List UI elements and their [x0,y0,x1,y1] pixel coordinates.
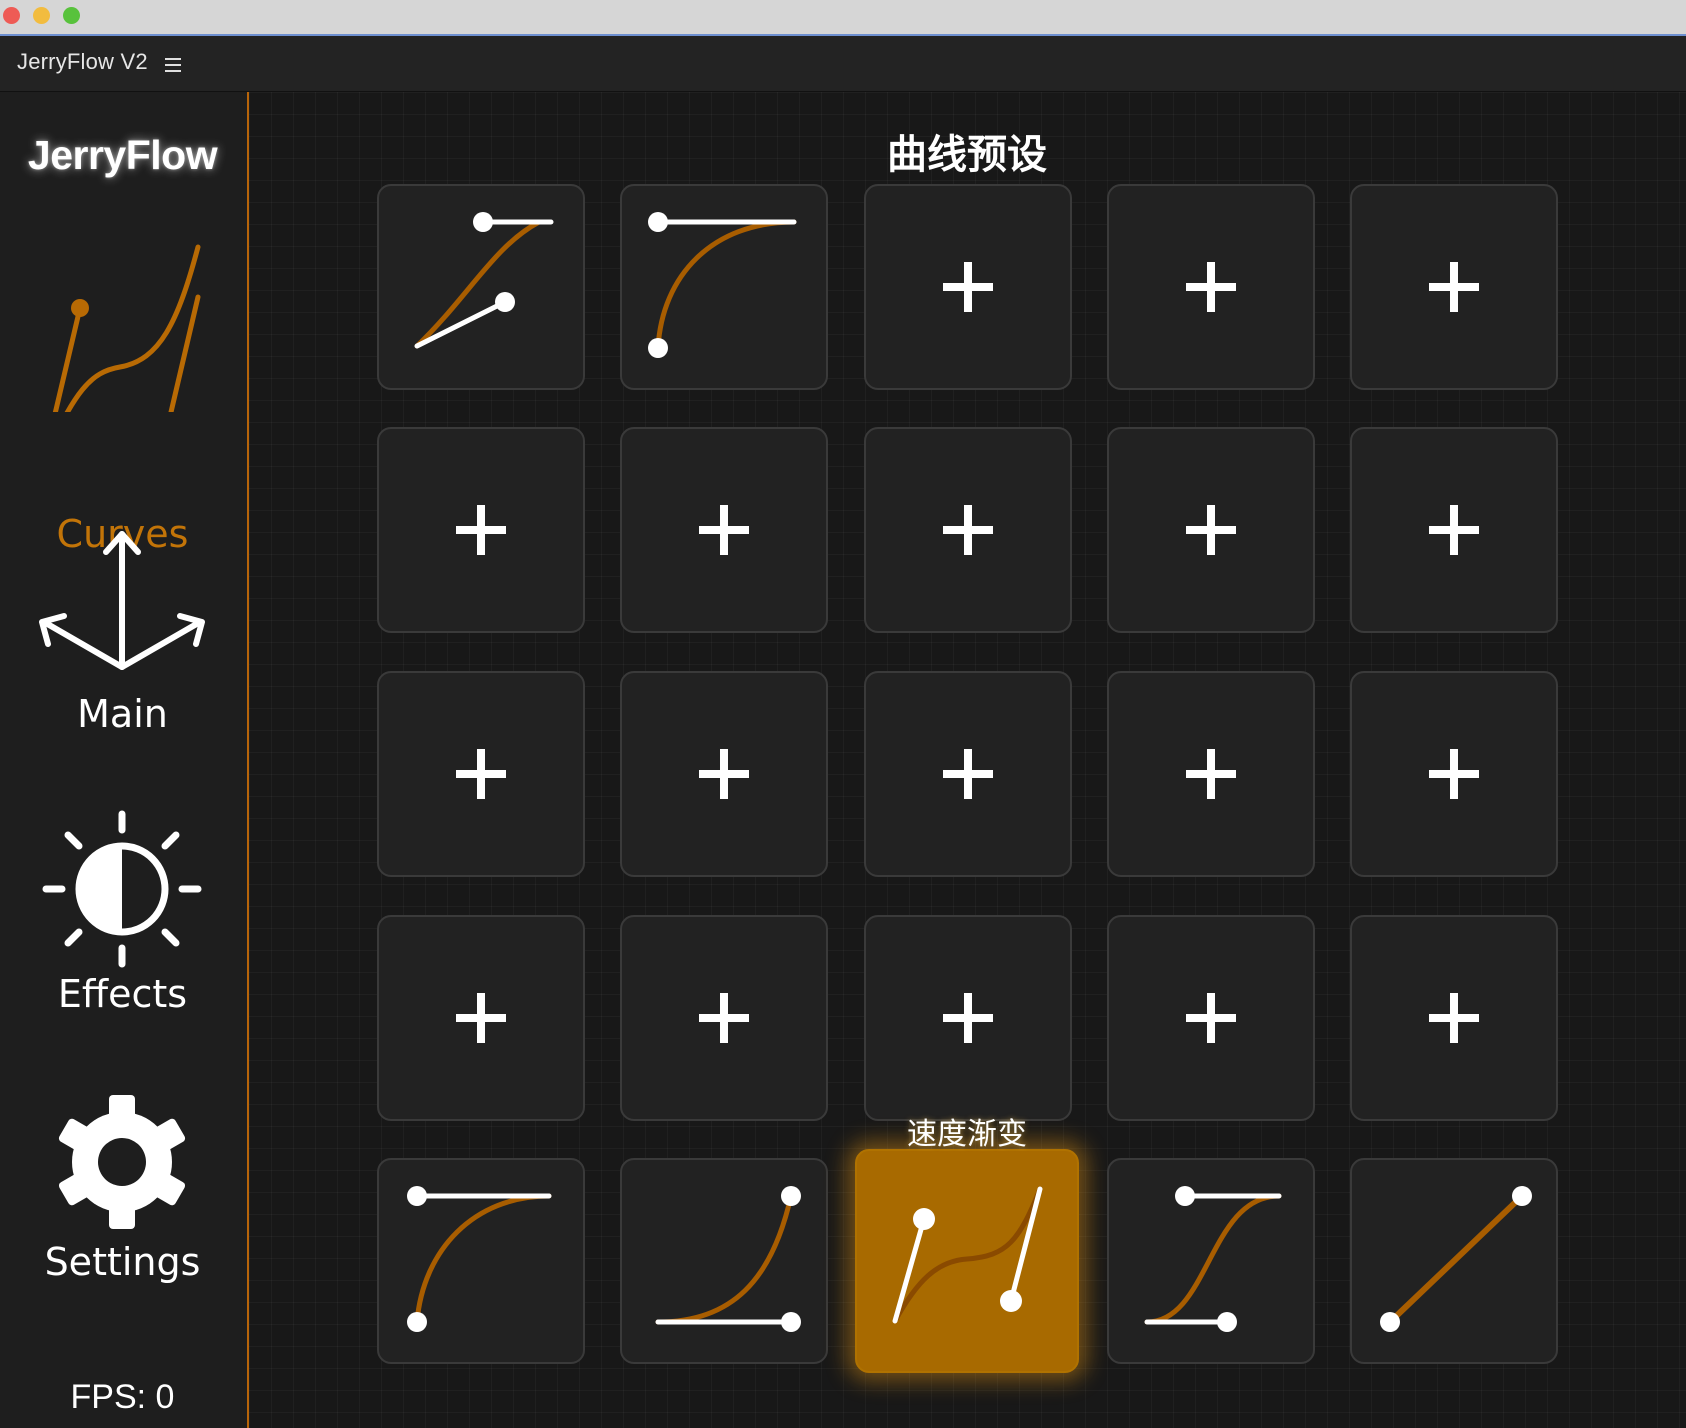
curve-presets-panel: 曲线预设 速度渐变 [249,92,1686,1428]
plus-icon [1186,505,1236,555]
plus-icon [1429,505,1479,555]
plus-icon [1186,749,1236,799]
sidebar-item-effects[interactable]: Effects [0,802,245,1102]
preset-tile-r4c5[interactable] [1350,915,1558,1121]
sidebar-item-label: Main [77,692,168,736]
sidebar: JerryFlow Curves Main Effects Settings F… [0,92,249,1428]
preset-tile-r2c3[interactable] [864,427,1072,633]
plus-icon [943,993,993,1043]
mac-title-bar [0,0,1686,36]
brand-logo-text: JerryFlow [27,132,218,178]
sidebar-item-label: Settings [44,1240,201,1284]
preset-tile-r2c2[interactable] [620,427,828,633]
preset-tile-r2c5[interactable] [1350,427,1558,633]
plus-icon [1429,262,1479,312]
sidebar-item-settings[interactable]: Settings [0,1082,245,1382]
app-title: JerryFlow V2 [17,49,148,74]
preset-tile-r5c5[interactable] [1350,1158,1558,1364]
preset-tile-r3c5[interactable] [1350,671,1558,877]
app-header: JerryFlow V2 [0,36,1686,92]
plus-icon [1429,993,1479,1043]
ease-in-out-preset-icon [1144,1186,1282,1332]
sidebar-item-label: Effects [57,972,188,1016]
preset-tile-r4c2[interactable] [620,915,828,1121]
preset-tile-tooltip-label: 速度渐变 [907,1117,1027,1152]
preset-tile-r3c3[interactable] [864,671,1072,877]
plus-icon [456,749,506,799]
preset-tile-r3c1[interactable] [377,671,585,877]
plus-icon [1186,993,1236,1043]
preset-tile-r5c1[interactable] [377,1158,585,1364]
preset-tile-r1c3[interactable] [864,184,1072,390]
preset-tile-r1c4[interactable] [1107,184,1315,390]
hamburger-menu-icon[interactable] [163,56,183,73]
preset-tile-r4c4[interactable] [1107,915,1315,1121]
maximize-window-button[interactable] [63,7,80,24]
app-window: JerryFlow V2 JerryFlow Curves Main Effec… [0,0,1686,1428]
ease-in-preset-icon [655,1186,801,1332]
plus-icon [699,505,749,555]
plus-icon [943,749,993,799]
preset-tile-r4c1[interactable] [377,915,585,1121]
curves-icon [52,244,201,412]
ease-out-preset-icon [407,1186,552,1332]
preset-tile-r1c5[interactable] [1350,184,1558,390]
plus-icon [943,505,993,555]
fps-counter: FPS: 0 [70,1378,175,1416]
preset-tile-r2c1[interactable] [377,427,585,633]
plus-icon [699,749,749,799]
preset-tile-r1c2[interactable] [620,184,828,390]
preset-tile-r2c4[interactable] [1107,427,1315,633]
sidebar-item-main[interactable]: Main [0,522,245,822]
plus-icon [1186,262,1236,312]
linear-preset-icon [1380,1186,1532,1332]
plus-icon [456,505,506,555]
brightness-icon [42,810,202,968]
preset-tile-r4c3[interactable] [864,915,1072,1121]
plus-icon [699,993,749,1043]
preset-tile-speed-ramp[interactable]: 速度渐变 [855,1117,1079,1373]
page-title: 曲线预设 [887,132,1047,178]
close-window-button[interactable] [3,7,20,24]
plus-icon [456,993,506,1043]
preset-tile-r5c2[interactable] [620,1158,828,1364]
preset-tile-r5c4[interactable] [1107,1158,1315,1364]
axes-arrows-icon [39,531,205,670]
ease-out-preset-icon [648,212,797,358]
preset-tile-r3c4[interactable] [1107,671,1315,877]
plus-icon [1429,749,1479,799]
preset-tile-r3c2[interactable] [620,671,828,877]
speed-ramp-preset-icon [892,1186,1043,1324]
preset-tile-r1c1[interactable] [377,184,585,390]
gear-icon [58,1095,186,1229]
plus-icon [943,262,993,312]
minimize-window-button[interactable] [33,7,50,24]
s-curve-preset-icon [414,212,554,349]
